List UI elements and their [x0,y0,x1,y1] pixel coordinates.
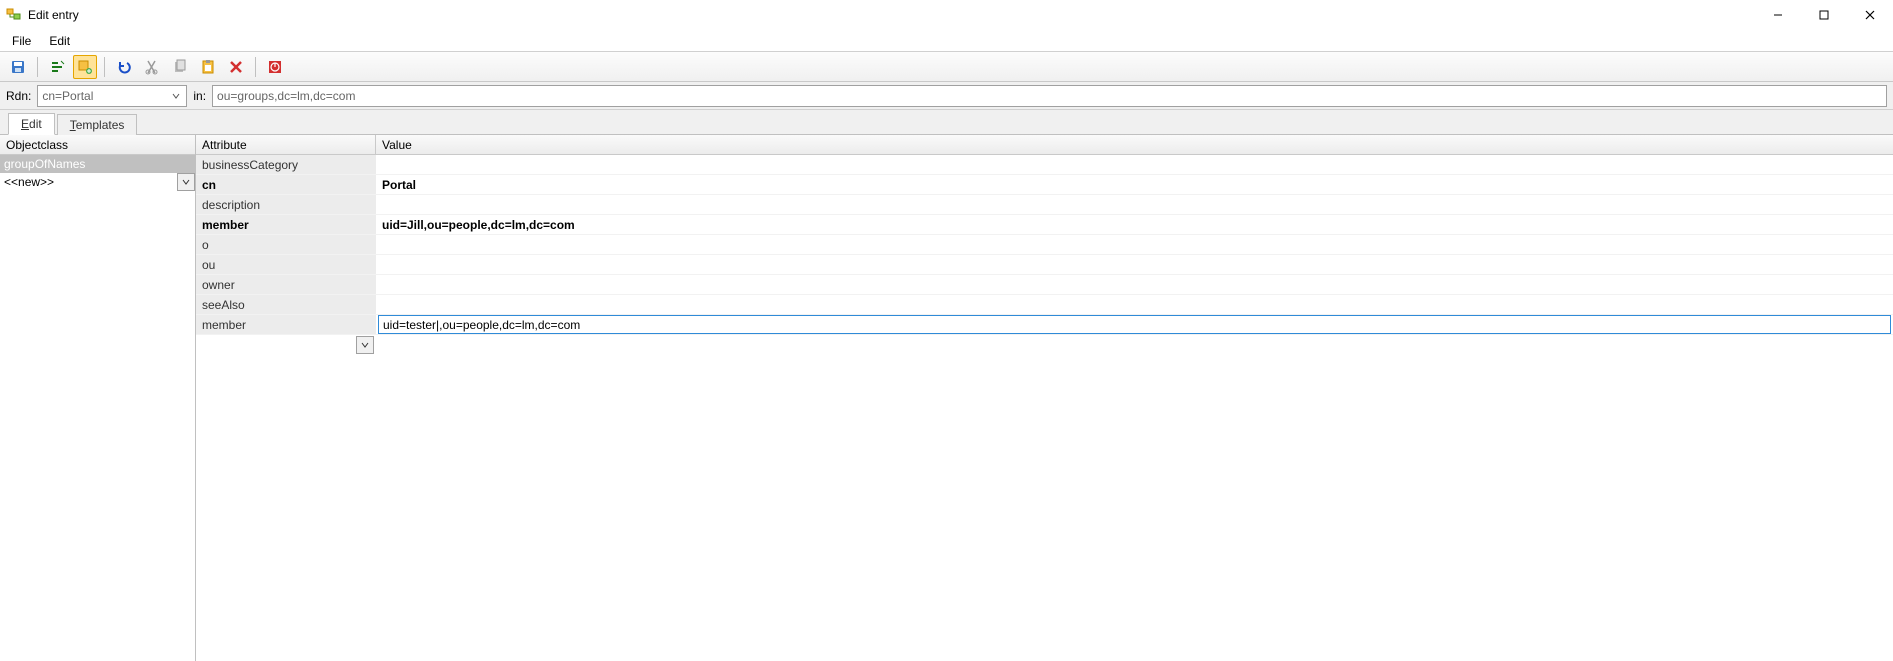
attribute-name: businessCategory [196,155,376,174]
undo-button[interactable] [112,55,136,79]
table-row[interactable]: cnPortal [196,175,1893,195]
cut-button[interactable] [140,55,164,79]
window-title: Edit entry [28,8,79,22]
app-icon [6,7,22,23]
chevron-down-icon[interactable] [177,173,195,191]
objectclass-item[interactable]: groupOfNames [0,155,195,173]
stop-button[interactable] [263,55,287,79]
in-value: ou=groups,dc=lm,dc=com [217,89,355,103]
attribute-name: cn [196,175,376,194]
table-row[interactable]: owner [196,275,1893,295]
attribute-value-input[interactable] [378,315,1891,334]
rdn-value: cn=Portal [42,89,93,103]
objectclass-new-label: <<new>> [0,175,177,189]
new-attribute-row [196,335,1893,355]
rdn-combo[interactable]: cn=Portal [37,85,187,107]
attribute-header[interactable]: Attribute [196,135,376,155]
tab-templates[interactable]: Templates [57,114,138,135]
table-row-editing[interactable]: member [196,315,1893,335]
attribute-name: member [196,215,376,234]
tab-edit[interactable]: Edit [8,113,55,135]
attribute-name: description [196,195,376,214]
table-row[interactable]: description [196,195,1893,215]
attribute-value [376,235,1893,254]
attribute-panel: Attribute Value businessCategorycnPortal… [196,135,1893,661]
add-objectclass-button[interactable] [73,55,97,79]
attribute-value [376,275,1893,294]
close-button[interactable] [1847,0,1893,30]
table-row[interactable]: memberuid=Jill,ou=people,dc=lm,dc=com [196,215,1893,235]
table-row[interactable]: businessCategory [196,155,1893,175]
attribute-value: Portal [376,175,1893,194]
attribute-name: member [196,315,376,334]
chevron-down-icon[interactable] [356,336,374,354]
table-row[interactable]: o [196,235,1893,255]
menu-edit[interactable]: Edit [43,32,76,50]
main-area: Objectclass groupOfNames <<new>> Attribu… [0,134,1893,661]
table-row[interactable]: seeAlso [196,295,1893,315]
attribute-value [376,255,1893,274]
maximize-button[interactable] [1801,0,1847,30]
attribute-body: businessCategorycnPortaldescriptionmembe… [196,155,1893,661]
minimize-button[interactable] [1755,0,1801,30]
value-header[interactable]: Value [376,135,1893,155]
in-label: in: [193,89,206,103]
copy-button[interactable] [168,55,192,79]
attribute-value [376,295,1893,314]
rdn-row: Rdn: cn=Portal in: ou=groups,dc=lm,dc=co… [0,82,1893,110]
in-field[interactable]: ou=groups,dc=lm,dc=com [212,85,1887,107]
toolbar [0,52,1893,82]
menu-bar: File Edit [0,30,1893,52]
objectclass-new-row[interactable]: <<new>> [0,173,195,191]
add-attribute-button[interactable] [45,55,69,79]
attribute-value [376,155,1893,174]
title-bar: Edit entry [0,0,1893,30]
tab-strip: Edit Templates [0,110,1893,134]
attribute-name: owner [196,275,376,294]
save-button[interactable] [6,55,30,79]
attribute-name: o [196,235,376,254]
attribute-name: seeAlso [196,295,376,314]
attribute-name: ou [196,255,376,274]
attribute-value: uid=Jill,ou=people,dc=lm,dc=com [376,215,1893,234]
attribute-headers: Attribute Value [196,135,1893,155]
table-row[interactable]: ou [196,255,1893,275]
menu-file[interactable]: File [6,32,37,50]
objectclass-header[interactable]: Objectclass [0,135,195,155]
objectclass-panel: Objectclass groupOfNames <<new>> [0,135,196,661]
delete-button[interactable] [224,55,248,79]
rdn-label: Rdn: [6,89,31,103]
attribute-value [376,195,1893,214]
chevron-down-icon [168,86,184,106]
objectclass-list: groupOfNames <<new>> [0,155,195,661]
paste-button[interactable] [196,55,220,79]
